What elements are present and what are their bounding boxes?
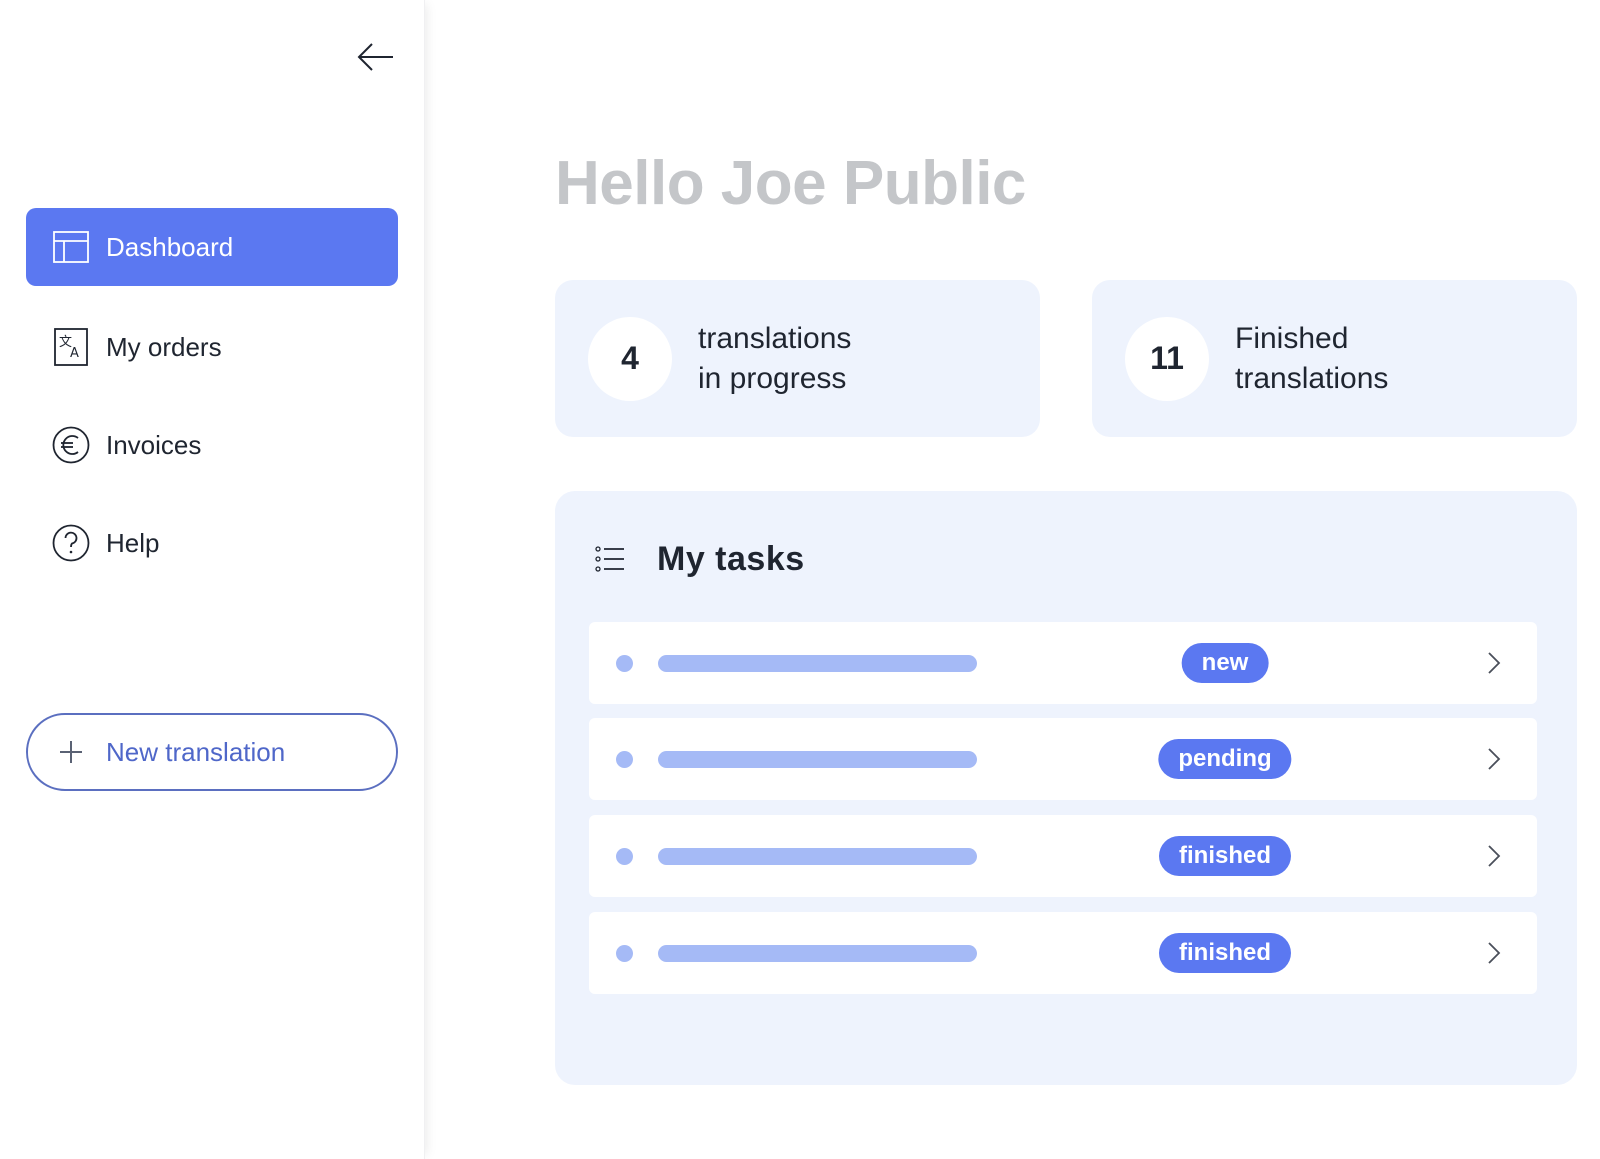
stat-count: 4 xyxy=(588,316,672,401)
task-dot xyxy=(616,847,633,865)
sidebar-item-label: Help xyxy=(106,527,160,558)
sidebar-item-my-orders[interactable]: 文 A My orders xyxy=(26,308,398,386)
plus-icon xyxy=(58,739,84,765)
stat-card-in-progress[interactable]: 4 translations in progress xyxy=(555,280,1040,437)
task-dot xyxy=(616,944,633,962)
status-badge: new xyxy=(1181,643,1269,683)
help-icon xyxy=(52,524,90,562)
status-badge: pending xyxy=(1158,739,1292,779)
euro-icon xyxy=(52,426,90,464)
stat-label: translations in progress xyxy=(698,319,851,399)
chevron-right-icon[interactable] xyxy=(1484,746,1504,772)
status-badge: finished xyxy=(1158,933,1292,973)
sidebar-item-invoices[interactable]: Invoices xyxy=(26,406,398,484)
tasks-panel: My tasks new pending finished finished xyxy=(555,491,1577,1085)
chevron-right-icon[interactable] xyxy=(1484,940,1504,966)
stat-label: Finished translations xyxy=(1235,319,1388,399)
stat-label-line2: in progress xyxy=(698,361,847,395)
chevron-right-icon[interactable] xyxy=(1484,843,1504,869)
stat-count: 11 xyxy=(1125,316,1209,401)
tasks-title: My tasks xyxy=(657,539,805,578)
new-translation-label: New translation xyxy=(106,736,286,767)
stat-card-finished[interactable]: 11 Finished translations xyxy=(1092,280,1577,437)
arrow-left-icon xyxy=(357,43,393,71)
svg-text:A: A xyxy=(70,346,79,361)
task-row[interactable]: pending xyxy=(589,718,1537,800)
layout-icon xyxy=(52,228,90,266)
task-title-placeholder xyxy=(658,847,977,865)
page-title: Hello Joe Public xyxy=(555,149,1026,218)
task-row[interactable]: new xyxy=(589,622,1537,704)
translate-icon: 文 A xyxy=(52,328,90,366)
task-dot xyxy=(616,654,633,672)
collapse-sidebar-button[interactable] xyxy=(356,40,396,74)
sidebar-item-label: My orders xyxy=(106,331,222,362)
tasks-header: My tasks xyxy=(595,531,805,587)
list-icon xyxy=(595,543,627,575)
stat-label-line2: translations xyxy=(1235,361,1389,395)
new-translation-button[interactable]: New translation xyxy=(26,713,398,791)
chevron-right-icon[interactable] xyxy=(1484,650,1504,676)
task-row[interactable]: finished xyxy=(589,815,1537,897)
task-title-placeholder xyxy=(658,654,977,672)
status-badge: finished xyxy=(1158,836,1292,876)
task-row[interactable]: finished xyxy=(589,912,1537,994)
task-title-placeholder xyxy=(658,750,977,768)
stat-label-line1: translations xyxy=(698,321,852,355)
task-dot xyxy=(616,750,633,768)
stat-label-line1: Finished xyxy=(1235,321,1349,355)
task-title-placeholder xyxy=(658,944,977,962)
sidebar: Dashboard 文 A My orders Invoices Help Ne… xyxy=(0,0,425,1159)
sidebar-item-dashboard[interactable]: Dashboard xyxy=(26,208,398,286)
sidebar-item-label: Invoices xyxy=(106,429,202,460)
sidebar-item-help[interactable]: Help xyxy=(26,504,398,582)
sidebar-item-label: Dashboard xyxy=(106,231,234,262)
